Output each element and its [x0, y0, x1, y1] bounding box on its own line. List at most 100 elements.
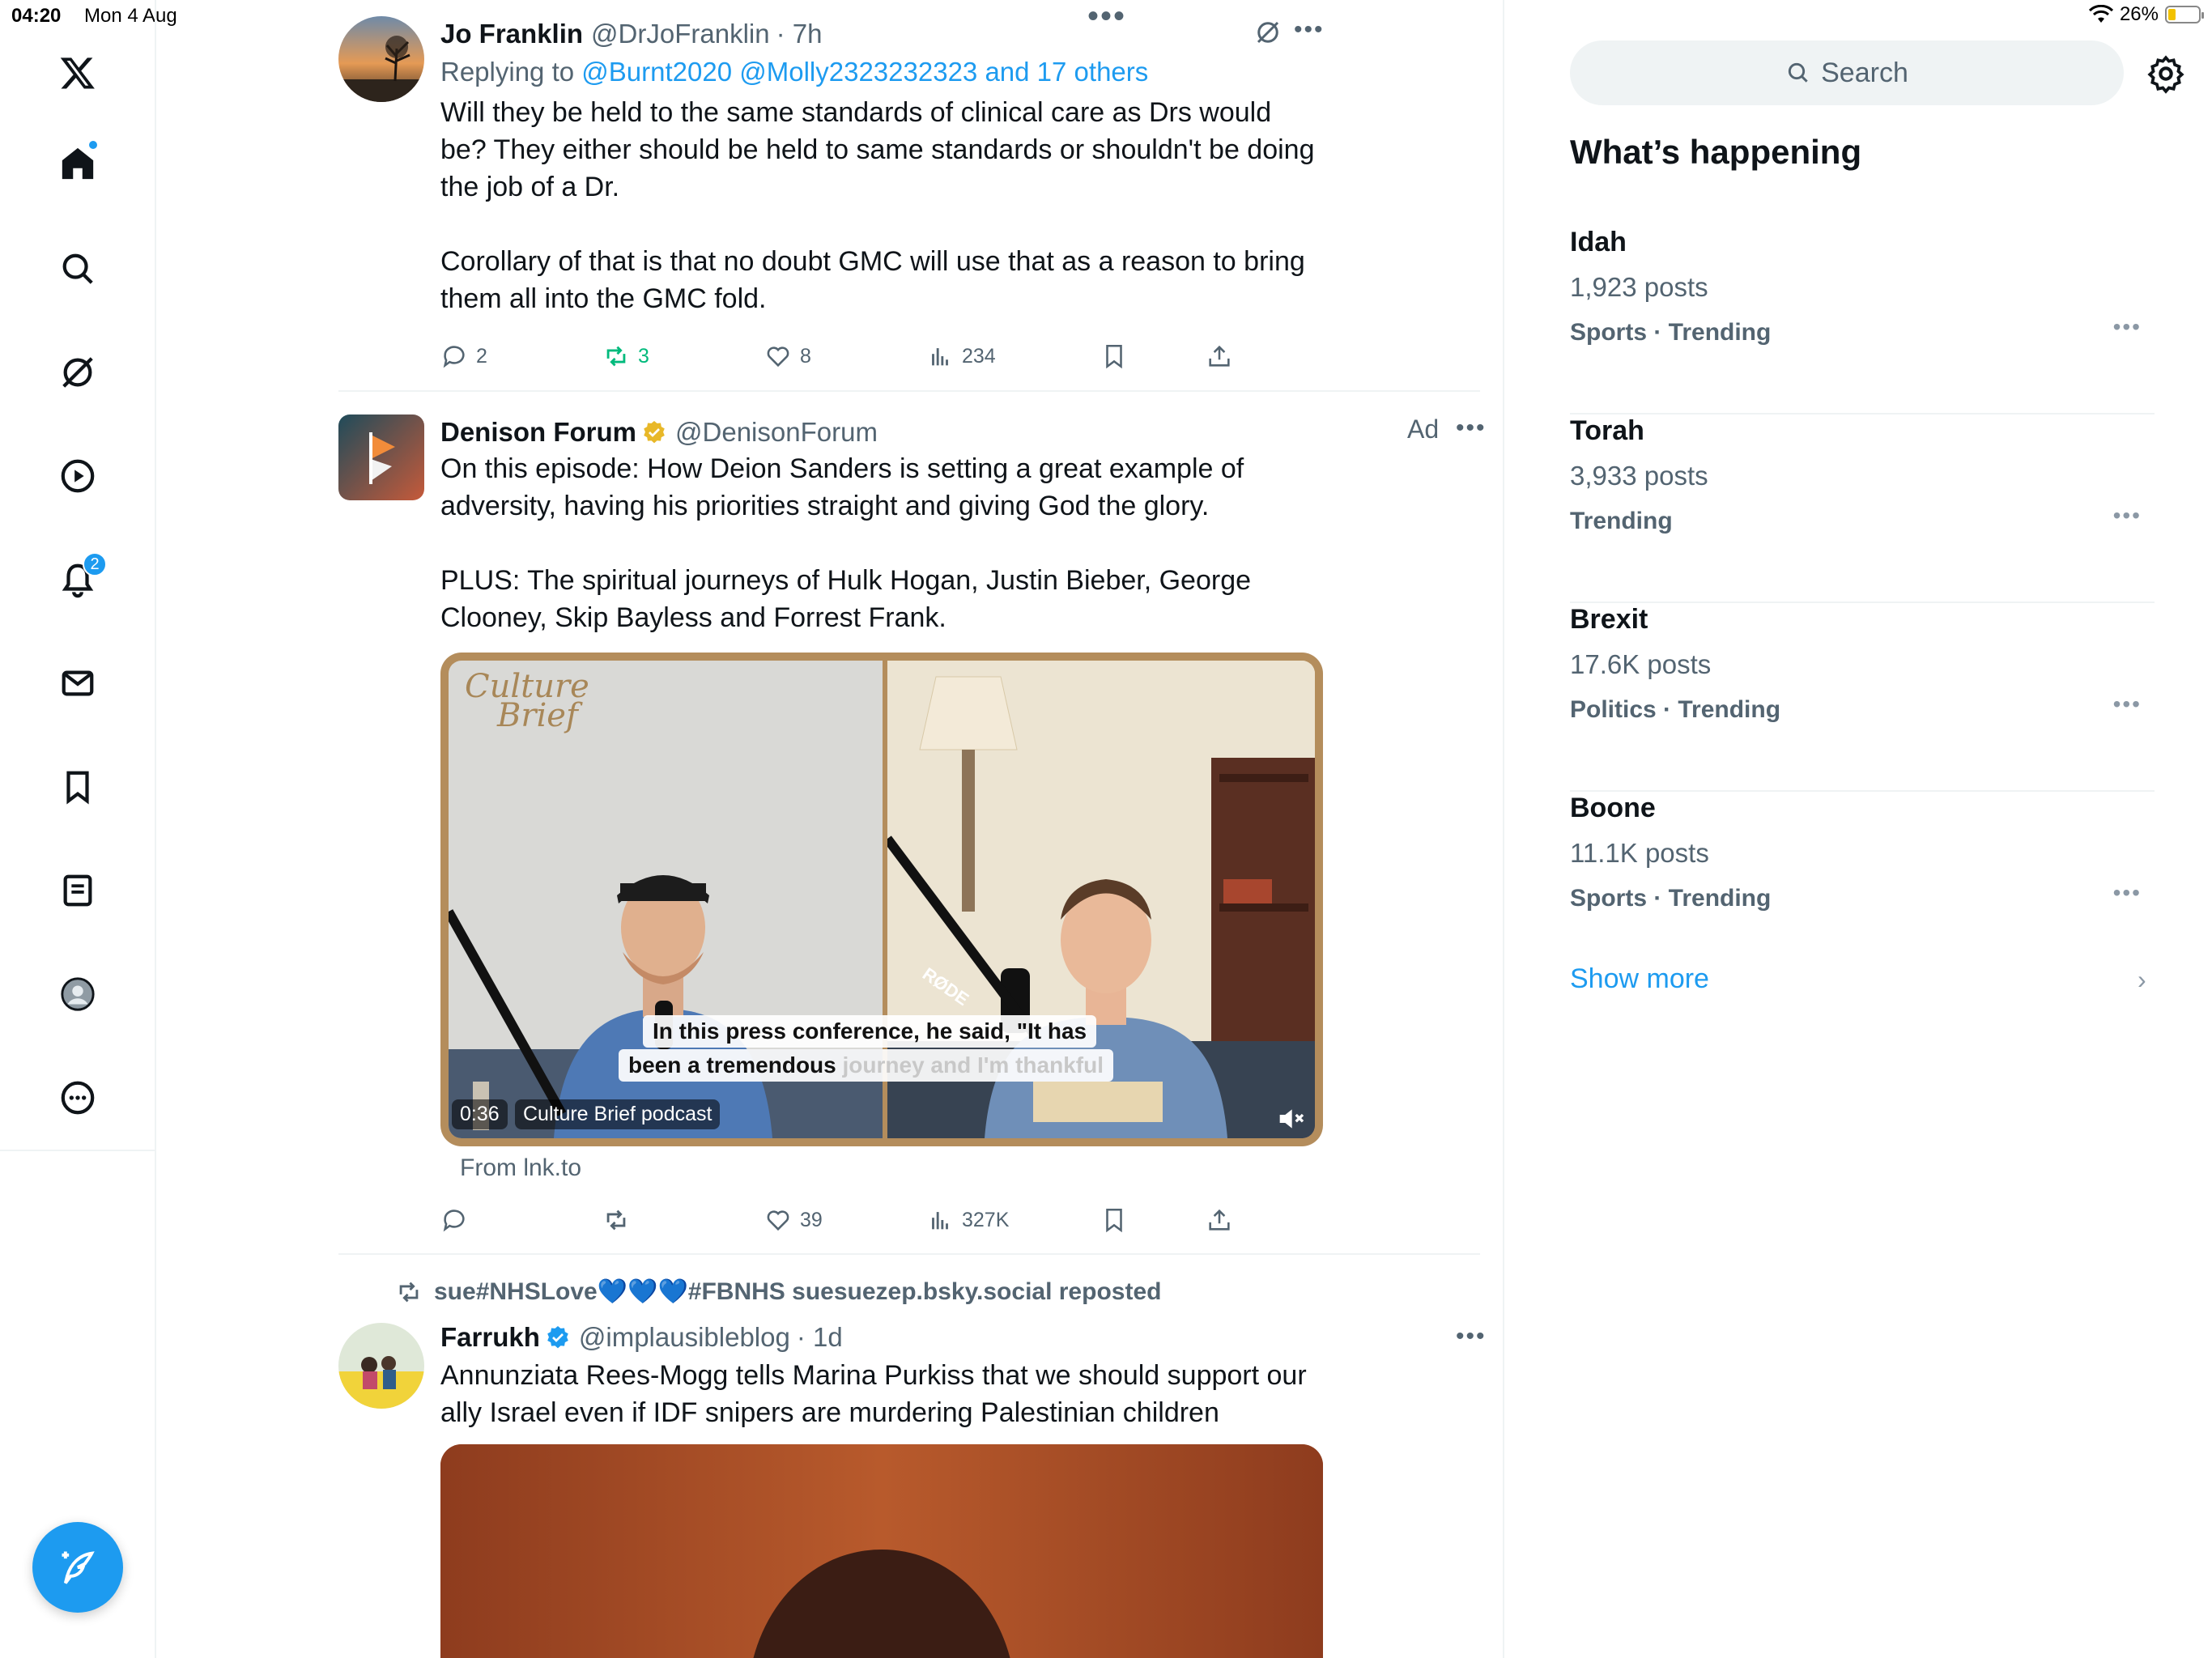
trend-item[interactable]: Idah 1,923 posts Sports · Trending ••• — [1570, 227, 2155, 414]
search-icon — [1788, 62, 1808, 83]
trend-post-count: 1,923 posts — [1570, 272, 1708, 302]
views-button[interactable]: 327K — [926, 1206, 1009, 1234]
x-logo-icon[interactable] — [45, 40, 110, 105]
verified-blue-badge-icon — [547, 1326, 568, 1349]
views-button[interactable]: 234 — [926, 342, 996, 370]
trend-category: Trending — [1570, 508, 1673, 534]
notifications-badge: 2 — [83, 552, 107, 576]
more-options-icon[interactable] — [45, 1065, 110, 1130]
video-player[interactable]: Culture Brief RØDE In this press confere… — [440, 653, 1323, 1146]
author-name[interactable]: Farrukh — [440, 1322, 540, 1353]
author-handle[interactable]: @DrJoFranklin — [591, 19, 770, 49]
avatar-denison-forum[interactable] — [338, 414, 424, 500]
settings-gear-icon[interactable] — [2146, 53, 2186, 94]
tweet-time: · 7h — [776, 19, 823, 49]
like-count: 8 — [800, 344, 811, 368]
trend-item[interactable]: Torah 3,933 posts Trending ••• — [1570, 415, 2155, 603]
repost-context-icon — [399, 1282, 419, 1302]
video-source-label: Culture Brief podcast — [515, 1099, 721, 1129]
trend-name: Brexit — [1570, 604, 1648, 635]
tweet-more-icon[interactable]: ••• — [1456, 414, 1487, 442]
tweet-actions: 2 3 8 234 — [440, 336, 1323, 376]
search-placeholder: Search — [1821, 57, 1908, 88]
tweet-denison-forum-ad[interactable]: Denison Forum @DenisonForum On this epis… — [338, 414, 1485, 1248]
reply-button[interactable]: 2 — [440, 342, 487, 370]
video-icon[interactable] — [45, 444, 110, 508]
tweet-text: Will they be held to the same standards … — [440, 97, 1315, 314]
profile-icon[interactable] — [45, 962, 110, 1027]
trend-item[interactable]: Brexit 17.6K posts Politics · Trending •… — [1570, 604, 2155, 792]
show-more-link[interactable]: Show more — [1570, 963, 1709, 995]
views-icon — [932, 348, 948, 366]
bookmark-icon — [1106, 344, 1122, 369]
ad-label: Ad — [1407, 414, 1440, 444]
bookmark-button[interactable] — [1100, 1206, 1128, 1234]
left-nav: 2 — [0, 0, 156, 1658]
tweet-text: On this episode: How Deion Sanders is se… — [440, 453, 1252, 633]
tweet-farrukh[interactable]: sue#NHSLove💙💙💙#FBNHS suesuezep.bsky.soci… — [338, 1278, 1485, 1658]
reposted-by-text: sue#NHSLove💙💙💙#FBNHS suesuezep.bsky.soci… — [434, 1278, 1162, 1305]
heart-icon — [767, 346, 789, 368]
author-handle[interactable]: @DenisonForum — [675, 417, 878, 448]
caption-bold-text: been a tremendous — [628, 1052, 836, 1078]
video-preview-image — [440, 1444, 1323, 1658]
repost-button[interactable]: 3 — [602, 342, 649, 370]
tweet-header: Jo Franklin @DrJoFranklin · 7h — [440, 16, 1323, 52]
repost-context[interactable]: sue#NHSLove💙💙💙#FBNHS suesuezep.bsky.soci… — [395, 1278, 1161, 1306]
repost-icon — [606, 1209, 626, 1231]
trend-item[interactable]: Boone 11.1K posts Sports · Trending ••• — [1570, 793, 2155, 980]
trend-category: Sports · Trending — [1570, 319, 1772, 346]
replying-prefix: Replying to — [440, 57, 575, 87]
reply-icon — [443, 1209, 465, 1232]
search-box[interactable]: Search — [1570, 40, 2124, 105]
video-duration: 0:36 — [452, 1099, 508, 1129]
compose-post-button[interactable] — [32, 1522, 123, 1613]
lists-icon[interactable] — [45, 858, 110, 923]
trend-more-icon[interactable]: ••• — [2113, 691, 2142, 717]
tweet-more-icon[interactable]: ••• — [1456, 1323, 1487, 1350]
tweet-jo-franklin[interactable]: Jo Franklin @DrJoFranklin · 7h Replying … — [338, 16, 1480, 380]
like-button[interactable]: 39 — [764, 1206, 823, 1234]
tweet-more-icon[interactable]: ••• — [1294, 16, 1325, 44]
home-icon[interactable] — [45, 131, 110, 196]
timeline-feed[interactable]: ••• Jo Franklin @DrJoFranklin · 7h Reply… — [156, 0, 1504, 1658]
share-icon — [1209, 1209, 1230, 1231]
grok-icon[interactable] — [45, 340, 110, 405]
nav-divider — [0, 1150, 156, 1151]
verified-gold-badge-icon — [644, 421, 665, 444]
video-caption-line-1: In this press conference, he said, "It h… — [643, 1015, 1097, 1048]
tweet-divider — [338, 1253, 1480, 1255]
bookmark-icon — [1106, 1208, 1122, 1233]
trend-more-icon[interactable]: ••• — [2113, 880, 2142, 906]
tweet-video-preview[interactable] — [440, 1444, 1323, 1658]
share-button[interactable] — [1206, 342, 1233, 370]
views-icon — [932, 1212, 948, 1230]
card-source-link[interactable]: From lnk.to — [460, 1154, 581, 1182]
share-icon — [1209, 345, 1230, 367]
repost-count: 3 — [638, 344, 649, 368]
replying-to-users-link[interactable]: @Burnt2020 @Molly2323232323 and 17 other… — [581, 57, 1148, 87]
search-icon[interactable] — [45, 236, 110, 301]
messages-icon[interactable] — [45, 651, 110, 716]
author-handle[interactable]: @implausibleblog — [579, 1322, 790, 1353]
tweet-actions: 39 327K — [440, 1200, 1323, 1240]
repost-button[interactable] — [602, 1206, 638, 1234]
trend-more-icon[interactable]: ••• — [2113, 314, 2142, 340]
reply-icon — [443, 346, 465, 368]
avatar-jo-franklin[interactable] — [338, 16, 424, 102]
grok-analyze-icon[interactable] — [1253, 18, 1283, 47]
author-name[interactable]: Jo Franklin — [440, 19, 583, 49]
repost-icon — [606, 346, 626, 367]
trend-more-icon[interactable]: ••• — [2113, 503, 2142, 529]
avatar-farrukh[interactable] — [338, 1323, 424, 1409]
right-sidebar: Search What’s happening Idah 1,923 posts… — [1506, 0, 2212, 1658]
notifications-icon[interactable]: 2 — [45, 547, 110, 612]
share-button[interactable] — [1206, 1206, 1233, 1234]
bookmark-button[interactable] — [1100, 342, 1128, 370]
author-name[interactable]: Denison Forum — [440, 417, 636, 448]
bookmarks-icon[interactable] — [45, 755, 110, 819]
reply-button[interactable] — [440, 1206, 476, 1234]
tweet-time: · 1d — [796, 1322, 843, 1352]
mute-icon[interactable] — [1274, 1103, 1307, 1135]
like-button[interactable]: 8 — [764, 342, 811, 370]
